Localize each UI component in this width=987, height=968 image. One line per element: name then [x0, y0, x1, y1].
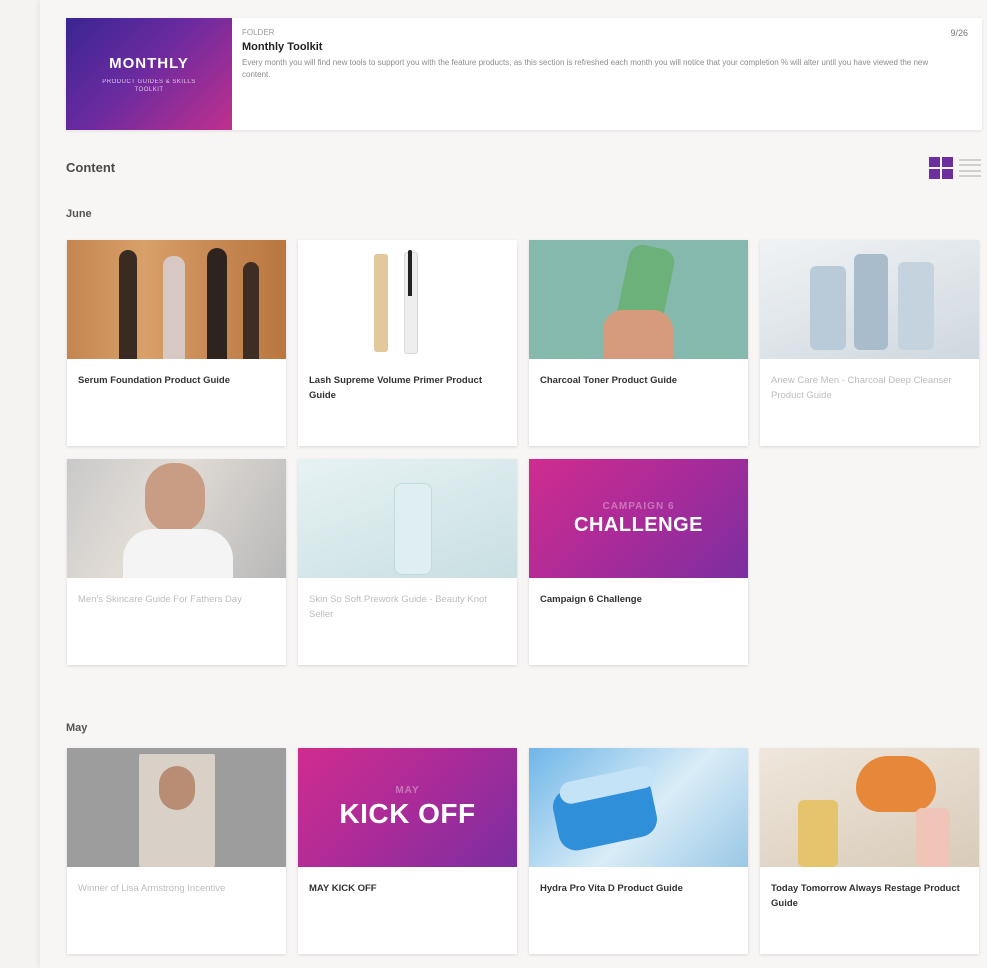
- folder-kicker: FOLDER: [242, 28, 275, 37]
- toner-thumbnail: [529, 240, 748, 359]
- perfume-thumbnail: [760, 748, 979, 867]
- banner-title: CHALLENGE: [574, 513, 703, 536]
- banner-subtitle: MAY: [395, 785, 420, 796]
- card-title: Serum Foundation Product Guide: [78, 375, 230, 386]
- content-card[interactable]: Men's Skincare Guide For Fathers Day: [67, 459, 286, 665]
- card-title: Anew Care Men - Charcoal Deep Cleanser P…: [771, 375, 952, 401]
- month-label-june: June: [66, 208, 92, 220]
- card-title: Winner of Lisa Armstrong Incentive: [78, 883, 226, 894]
- content-card[interactable]: Lash Supreme Volume Primer Product Guide: [298, 240, 517, 446]
- card-title: Skin So Soft Prework Guide - Beauty Knot…: [309, 594, 487, 620]
- folder-thumbnail: MONTHLY PRODUCT GUIDES & SKILLS TOOLKIT: [66, 18, 232, 130]
- folder-thumbnail-title: MONTHLY: [109, 54, 189, 72]
- content-card[interactable]: Winner of Lisa Armstrong Incentive: [67, 748, 286, 954]
- card-title: Charcoal Toner Product Guide: [540, 375, 678, 386]
- campaign-challenge-thumbnail: CAMPAIGN 6 CHALLENGE: [529, 459, 748, 578]
- completion-count: 9/26: [950, 28, 968, 38]
- content-card[interactable]: Serum Foundation Product Guide: [67, 240, 286, 446]
- content-card[interactable]: Skin So Soft Prework Guide - Beauty Knot…: [298, 459, 517, 665]
- may-kickoff-thumbnail: MAY KICK OFF: [298, 748, 517, 867]
- folder-description: Every month you will find new tools to s…: [242, 58, 929, 79]
- folder-text: FOLDER Monthly Toolkit Every month you w…: [242, 28, 942, 81]
- content-card[interactable]: Anew Care Men - Charcoal Deep Cleanser P…: [760, 240, 979, 446]
- folder-header-card[interactable]: MONTHLY PRODUCT GUIDES & SKILLS TOOLKIT …: [66, 18, 982, 130]
- content-card[interactable]: Today Tomorrow Always Restage Product Gu…: [760, 748, 979, 954]
- banner-subtitle: CAMPAIGN 6: [602, 500, 675, 512]
- card-title: Campaign 6 Challenge: [540, 594, 642, 605]
- content-page: MONTHLY PRODUCT GUIDES & SKILLS TOOLKIT …: [40, 0, 987, 968]
- card-title: Men's Skincare Guide For Fathers Day: [78, 594, 242, 605]
- card-title: Lash Supreme Volume Primer Product Guide: [309, 375, 482, 401]
- content-card[interactable]: CAMPAIGN 6 CHALLENGE Campaign 6 Challeng…: [529, 459, 748, 665]
- mascara-primer-thumbnail: [298, 240, 517, 359]
- banner-title: KICK OFF: [339, 798, 476, 829]
- card-title: MAY KICK OFF: [309, 883, 377, 894]
- card-title: Today Tomorrow Always Restage Product Gu…: [771, 883, 960, 909]
- view-toggle: [929, 157, 981, 179]
- content-card[interactable]: Hydra Pro Vita D Product Guide: [529, 748, 748, 954]
- content-section-title: Content: [66, 160, 116, 175]
- folder-thumbnail-subtitle: PRODUCT GUIDES & SKILLS TOOLKIT: [102, 78, 196, 93]
- list-view-icon[interactable]: [959, 157, 981, 179]
- men-charcoal-thumbnail: [760, 240, 979, 359]
- mens-skincare-thumbnail: [67, 459, 286, 578]
- skin-so-soft-thumbnail: [298, 459, 517, 578]
- hydra-jar-thumbnail: [529, 748, 748, 867]
- month-label-may: May: [66, 722, 88, 734]
- grid-view-icon[interactable]: [929, 157, 953, 179]
- winner-thumbnail: [67, 748, 286, 867]
- content-card[interactable]: MAY KICK OFF MAY KICK OFF: [298, 748, 517, 954]
- content-card[interactable]: Charcoal Toner Product Guide: [529, 240, 748, 446]
- foundation-thumbnail: [67, 240, 286, 359]
- folder-title: Monthly Toolkit: [242, 41, 323, 53]
- card-title: Hydra Pro Vita D Product Guide: [540, 883, 683, 894]
